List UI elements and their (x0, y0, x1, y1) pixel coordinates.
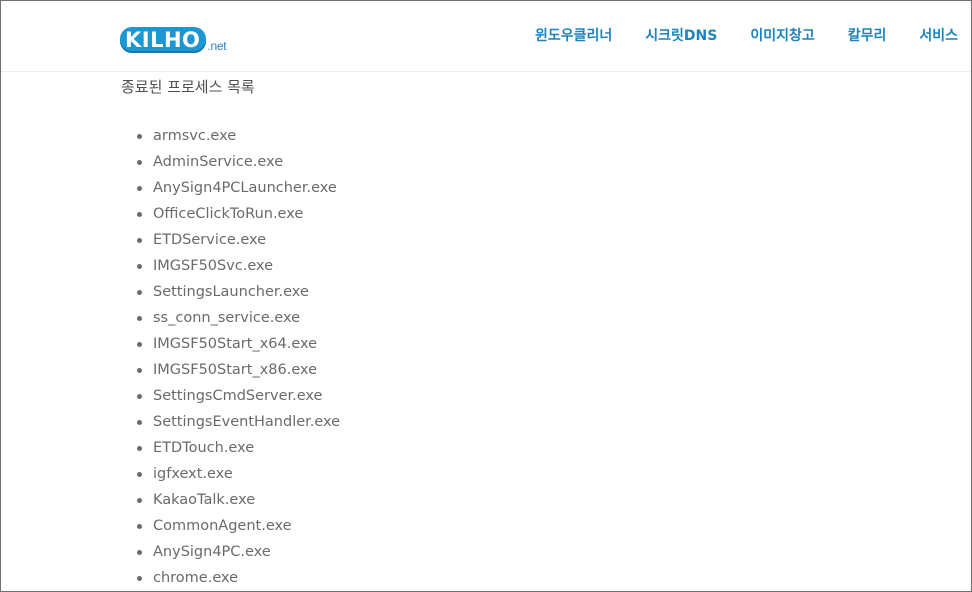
bullet-icon (137, 472, 142, 477)
bullet-icon (137, 524, 142, 529)
list-item: SettingsEventHandler.exe (121, 409, 340, 435)
bullet-icon (137, 238, 142, 243)
site-header: KILHO .net 윈도우클리너 시크릿DNS 이미지창고 칼무리 서비스 (1, 1, 971, 72)
process-name: OfficeClickToRun.exe (153, 206, 304, 222)
list-item: SettingsCmdServer.exe (121, 383, 340, 409)
logo-sub-text: .net (207, 39, 227, 53)
nav-item-image-storage[interactable]: 이미지창고 (750, 27, 814, 45)
bullet-icon (137, 342, 142, 347)
site-logo[interactable]: KILHO .net (120, 23, 227, 53)
bullet-icon (137, 264, 142, 269)
list-item: IMGSF50Svc.exe (121, 253, 340, 279)
list-item: igfxext.exe (121, 461, 340, 487)
bullet-icon (137, 160, 142, 165)
bullet-icon (137, 420, 142, 425)
process-name: KakaoTalk.exe (153, 492, 256, 508)
list-item: ss_conn_service.exe (121, 305, 340, 331)
list-item: SettingsLauncher.exe (121, 279, 340, 305)
bullet-icon (137, 498, 142, 503)
list-item: AnySign4PC.exe (121, 539, 340, 565)
list-item: IMGSF50Start_x86.exe (121, 357, 340, 383)
logo-main-text: KILHO (120, 27, 207, 53)
bullet-icon (137, 550, 142, 555)
process-name: SettingsLauncher.exe (153, 284, 309, 300)
nav-item-secret-dns[interactable]: 시크릿DNS (645, 27, 717, 45)
list-item: chrome.exe (121, 565, 340, 591)
bullet-icon (137, 316, 142, 321)
process-name: IMGSF50Svc.exe (153, 258, 274, 274)
bullet-icon (137, 576, 142, 581)
process-name: chrome.exe (153, 570, 239, 586)
process-name: AnySign4PC.exe (153, 544, 271, 560)
list-item: ETDTouch.exe (121, 435, 340, 461)
process-name: ss_conn_service.exe (153, 310, 301, 326)
bullet-icon (137, 446, 142, 451)
list-item: ETDService.exe (121, 227, 340, 253)
process-name: CommonAgent.exe (153, 518, 292, 534)
process-name: ETDService.exe (153, 232, 267, 248)
process-list: armsvc.exe AdminService.exe AnySign4PCLa… (121, 123, 340, 591)
bullet-icon (137, 368, 142, 373)
nav-item-windows-cleaner[interactable]: 윈도우클리너 (535, 27, 612, 45)
list-item: IMGSF50Start_x64.exe (121, 331, 340, 357)
list-item: armsvc.exe (121, 123, 340, 149)
process-name: IMGSF50Start_x64.exe (153, 336, 318, 352)
process-name: ETDTouch.exe (153, 440, 255, 456)
bullet-icon (137, 212, 142, 217)
process-name: AdminService.exe (153, 154, 284, 170)
process-name: IMGSF50Start_x86.exe (153, 362, 318, 378)
bullet-icon (137, 394, 142, 399)
list-item: AnySign4PCLauncher.exe (121, 175, 340, 201)
main-nav: 윈도우클리너 시크릿DNS 이미지창고 칼무리 서비스 (535, 27, 971, 45)
list-item: CommonAgent.exe (121, 513, 340, 539)
bullet-icon (137, 290, 142, 295)
process-name: armsvc.exe (153, 128, 237, 144)
section-title: 종료된 프로세스 목록 (121, 78, 255, 96)
process-name: SettingsCmdServer.exe (153, 388, 323, 404)
browser-viewport: KILHO .net 윈도우클리너 시크릿DNS 이미지창고 칼무리 서비스 종… (0, 0, 972, 592)
list-item: KakaoTalk.exe (121, 487, 340, 513)
process-name: igfxext.exe (153, 466, 233, 482)
list-item: OfficeClickToRun.exe (121, 201, 340, 227)
nav-item-kalmuri[interactable]: 칼무리 (848, 27, 887, 45)
bullet-icon (137, 186, 142, 191)
main-content: 종료된 프로세스 목록 armsvc.exe AdminService.exe … (121, 77, 340, 591)
list-item: AdminService.exe (121, 149, 340, 175)
process-name: SettingsEventHandler.exe (153, 414, 341, 430)
process-name: AnySign4PCLauncher.exe (153, 180, 337, 196)
nav-item-services[interactable]: 서비스 (919, 27, 958, 45)
bullet-icon (137, 134, 142, 139)
